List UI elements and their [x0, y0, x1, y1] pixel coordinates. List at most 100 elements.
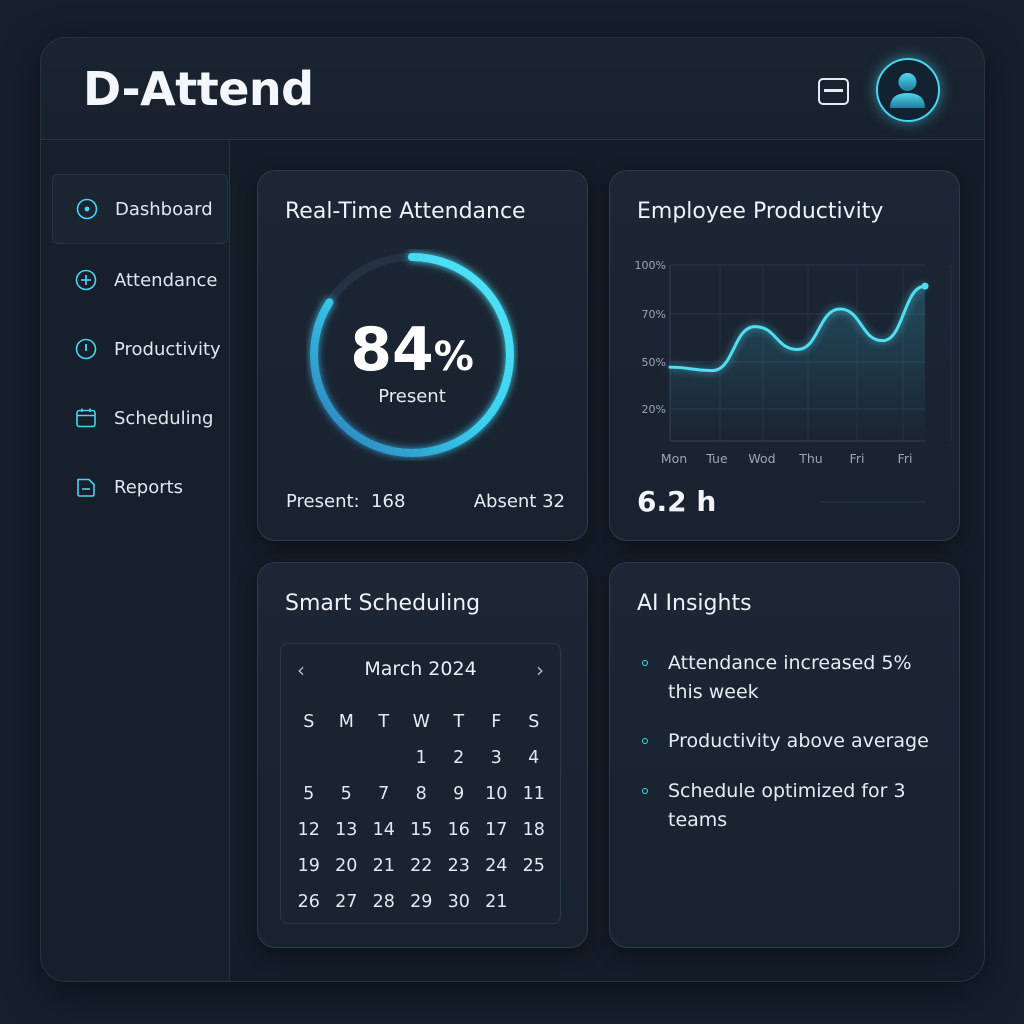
- y-tick-label: 100%: [635, 259, 666, 272]
- sidebar: Dashboard Attendance Productivity Schedu…: [41, 141, 230, 981]
- bullet-icon: [642, 660, 648, 666]
- calendar-day[interactable]: 24: [478, 856, 516, 876]
- person-icon: [890, 73, 925, 108]
- calendar-day[interactable]: 23: [440, 856, 478, 876]
- calendar-day[interactable]: 12: [290, 820, 328, 840]
- calendar-day[interactable]: 8: [403, 784, 441, 804]
- calendar-day[interactable]: 11: [515, 784, 553, 804]
- scheduling-title: Smart Scheduling: [285, 591, 481, 616]
- calendar-day[interactable]: 19: [290, 856, 328, 876]
- weekday-label: S: [528, 712, 540, 732]
- calendar-day[interactable]: 27: [328, 892, 366, 912]
- average-hours: 6.2 h: [637, 485, 717, 518]
- calendar-day[interactable]: 9: [440, 784, 478, 804]
- header: D-Attend: [41, 38, 984, 140]
- info-circle-icon: [75, 338, 97, 360]
- scheduling-card: Smart Scheduling ‹ March 2024 › SMTWTFS1…: [257, 562, 588, 948]
- x-tick-label: Tue: [705, 451, 728, 466]
- calendar-day[interactable]: 3: [478, 748, 516, 768]
- sidebar-item-reports[interactable]: Reports: [52, 452, 228, 522]
- calendar-weekdays: SMTWTFS: [290, 704, 553, 740]
- calendar-day[interactable]: 2: [440, 748, 478, 768]
- user-avatar-icon[interactable]: [876, 58, 940, 122]
- calendar-icon: [76, 408, 96, 428]
- end-point: [921, 282, 929, 290]
- y-tick-label: 70%: [642, 308, 666, 321]
- weekday-label: T: [378, 712, 390, 732]
- weekday-label: T: [453, 712, 465, 732]
- weekday-label: W: [412, 712, 430, 732]
- app-window: D-Attend Dashboard Attendance Productivi…: [40, 37, 985, 982]
- sidebar-item-label: Dashboard: [115, 198, 213, 220]
- absent-count: Absent 32: [473, 491, 565, 512]
- sidebar-item-attendance[interactable]: Attendance: [52, 245, 228, 315]
- sidebar-item-label: Reports: [114, 476, 184, 498]
- calendar-day[interactable]: 15: [403, 820, 441, 840]
- calendar-week: 12 13 14 15 16 17 18: [290, 812, 553, 848]
- calendar-month: March 2024: [364, 658, 477, 680]
- insights-title: AI Insights: [637, 591, 752, 616]
- attendance-percent-sign: %: [433, 334, 474, 380]
- series-area: [670, 286, 925, 441]
- calendar-day[interactable]: 25: [515, 856, 553, 876]
- y-tick-label: 20%: [642, 403, 666, 416]
- calendar-day[interactable]: 18: [515, 820, 553, 840]
- attendance-percent: 84%: [306, 315, 518, 385]
- x-tick-label: Wod: [748, 451, 775, 466]
- calendar-day[interactable]: 10: [478, 784, 516, 804]
- sidebar-item-scheduling[interactable]: Scheduling: [52, 383, 228, 453]
- calendar-day[interactable]: 5: [328, 784, 366, 804]
- sidebar-item-label: Productivity: [114, 338, 221, 360]
- calendar-day[interactable]: 29: [403, 892, 441, 912]
- document-icon: [77, 478, 95, 497]
- calendar-day[interactable]: 7: [365, 784, 403, 804]
- calendar-day[interactable]: 30: [440, 892, 478, 912]
- calendar: ‹ March 2024 › S M T W T F S 1 2 3 4 5 5 7 8 9 10 11 12 13 1…: [280, 643, 561, 924]
- sidebar-item-productivity[interactable]: Productivity: [52, 314, 228, 384]
- attendance-percent-number: 84: [350, 315, 434, 385]
- attendance-gauge: 84% Present: [306, 249, 518, 461]
- weekday-label: F: [491, 712, 502, 732]
- calendar-day[interactable]: 22: [403, 856, 441, 876]
- app-title: D-Attend: [83, 62, 314, 116]
- sidebar-item-dashboard[interactable]: Dashboard: [52, 174, 228, 244]
- y-tick-label: 50%: [642, 356, 666, 369]
- calendar-week: 26 27 28 29 30 21: [290, 884, 553, 920]
- weekday-label: S: [303, 712, 315, 732]
- attendance-title: Real-Time Attendance: [285, 199, 526, 224]
- calendar-week: 5 5 7 8 9 10 11: [290, 776, 553, 812]
- sidebar-item-label: Attendance: [114, 269, 218, 291]
- chevron-right-icon[interactable]: ›: [536, 658, 544, 682]
- calendar-grid: S M T W T F S 1 2 3 4 5 5 7 8 9 10 11 12 13 14 15 16 17 18 19 20 21…: [290, 704, 553, 920]
- calendar-day[interactable]: 21: [478, 892, 516, 912]
- calendar-day[interactable]: 20: [328, 856, 366, 876]
- calendar-day[interactable]: 21: [365, 856, 403, 876]
- x-tick-label: Mon: [661, 451, 687, 466]
- calendar-day[interactable]: 13: [328, 820, 366, 840]
- calendar-day[interactable]: 28: [365, 892, 403, 912]
- calendar-week: 1234: [290, 740, 553, 776]
- bullet-icon: [642, 788, 648, 794]
- calendar-day[interactable]: 17: [478, 820, 516, 840]
- calendar-day[interactable]: 16: [440, 820, 478, 840]
- productivity-card: Employee Productivity 100% 70% 50% 20% Mon Tu…: [609, 170, 960, 541]
- sidebar-item-label: Scheduling: [114, 407, 214, 429]
- calendar-day[interactable]: 26: [290, 892, 328, 912]
- calendar-day[interactable]: 14: [365, 820, 403, 840]
- menu-icon[interactable]: [818, 78, 849, 105]
- present-count: Present: 168: [286, 491, 406, 512]
- x-tick-label: Fri: [898, 451, 913, 466]
- target-icon: [76, 198, 98, 220]
- insight-item: Attendance increased 5% this week: [668, 652, 912, 703]
- insight-item: Schedule optimized for 3 teams: [668, 780, 906, 831]
- calendar-day[interactable]: 5: [290, 784, 328, 804]
- calendar-day[interactable]: 4: [515, 748, 553, 768]
- bullet-icon: [642, 738, 648, 744]
- insight-item: Productivity above average: [668, 730, 929, 752]
- calendar-day[interactable]: 1: [403, 748, 441, 768]
- plus-circle-icon: [75, 269, 97, 291]
- x-tick-label: Fri: [850, 451, 865, 466]
- x-tick-label: Thu: [798, 451, 822, 466]
- insights-card: AI Insights Attendance increased 5% this…: [609, 562, 960, 948]
- attendance-status-label: Present: [378, 386, 446, 407]
